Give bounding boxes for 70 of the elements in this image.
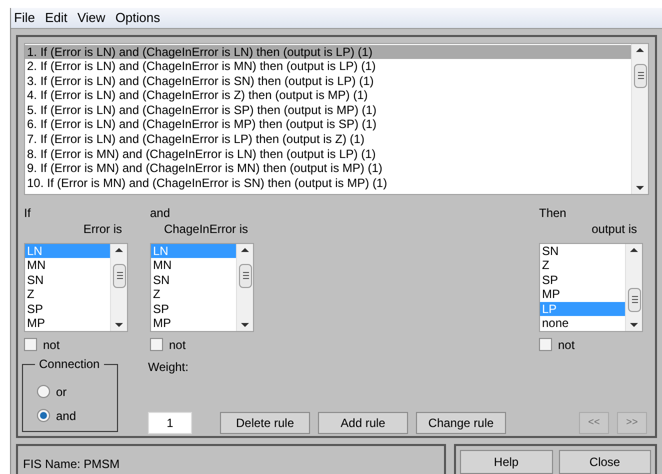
scrollbar[interactable] (625, 244, 642, 330)
scroll-thumb[interactable] (634, 64, 647, 88)
rule-item[interactable]: 7. If (Error is LN) and (ChageInError is LP) then (output is Z) (1) (25, 132, 631, 147)
variable-label: output is (592, 220, 638, 236)
variable-label: Error is (83, 220, 123, 236)
scroll-down-icon[interactable] (241, 322, 249, 326)
menu-item[interactable]: File (14, 8, 35, 28)
fis-name: FIS Name: PMSM (23, 456, 120, 470)
rule-item[interactable]: 3. If (Error is LN) and (ChageInError is SN) then (output is LP) (1) (25, 74, 631, 88)
dialog-button[interactable]: Close (558, 450, 651, 474)
list-item[interactable]: SN (540, 244, 625, 258)
radio-label: or (56, 384, 67, 400)
action-button[interactable]: Change rule (416, 412, 506, 434)
list-item[interactable]: SP (151, 302, 236, 316)
scroll-up-icon[interactable] (636, 48, 644, 52)
scrollbar[interactable] (236, 244, 253, 330)
scroll-thumb[interactable] (239, 264, 252, 288)
rule-item[interactable]: 8. If (Error is MN) and (ChageInError is LN) then (output is LP) (1) (25, 146, 631, 162)
variable-label: ChageInError is (164, 220, 249, 236)
checkbox[interactable] (539, 338, 552, 351)
checkbox-label: not (43, 336, 60, 354)
checkbox-label: not (558, 336, 575, 354)
rule-item[interactable]: 9. If (Error is MN) and (ChageInError is MN) then (output is MP) (1) (25, 161, 631, 176)
variable-prefix: Then (539, 204, 568, 220)
scroll-thumb[interactable] (628, 288, 641, 312)
variable-prefix: and (150, 204, 172, 220)
list-item[interactable]: MP (540, 287, 625, 302)
list-item[interactable]: SN (25, 272, 110, 288)
radio-label: and (56, 408, 76, 424)
checkbox[interactable] (24, 338, 37, 351)
variable-prefix: If (24, 204, 32, 220)
action-button[interactable]: Add rule (318, 412, 408, 434)
list-item[interactable]: Z (25, 287, 110, 302)
menu-item[interactable]: View (77, 8, 106, 28)
menu-item[interactable]: Options (115, 8, 160, 28)
list-item[interactable]: MN (25, 258, 110, 273)
radio-button[interactable] (37, 409, 50, 422)
rule-item[interactable]: 2. If (Error is LN) and (ChageInError is MN) then (output is LP) (1) (25, 59, 631, 74)
scroll-down-icon[interactable] (115, 322, 123, 326)
list-item[interactable]: SP (540, 272, 625, 288)
scrollbar[interactable] (110, 244, 127, 330)
action-button[interactable]: Delete rule (220, 412, 310, 434)
list-item[interactable]: Z (540, 258, 625, 273)
list-item[interactable]: none (540, 316, 625, 330)
scroll-thumb[interactable] (113, 264, 126, 288)
scroll-up-icon[interactable] (630, 248, 638, 252)
list-item[interactable]: MP (25, 316, 110, 330)
checkbox[interactable] (150, 338, 163, 351)
list-item[interactable]: SN (151, 272, 236, 288)
weight-label: Weight: (148, 358, 190, 376)
scroll-down-icon[interactable] (630, 322, 638, 326)
rule-item[interactable]: 10. If (Error is MN) and (ChageInError is SN) then (output is MP) (1) (25, 176, 631, 190)
list-item[interactable]: MN (151, 258, 236, 273)
scrollbar[interactable] (631, 44, 648, 194)
dialog-button[interactable]: Help (460, 450, 552, 474)
scroll-down-icon[interactable] (636, 186, 644, 190)
weight-field[interactable]: 1 (148, 412, 192, 434)
scroll-up-icon[interactable] (241, 248, 249, 252)
rule-item[interactable]: 5. If (Error is LN) and (ChageInError is SP) then (output is MP) (1) (25, 102, 631, 118)
list-item[interactable]: Z (151, 287, 236, 302)
rule-item[interactable]: 1. If (Error is LN) and (ChageInError is LN) then (output is LP) (1) (25, 44, 631, 60)
radio-button[interactable] (37, 385, 50, 398)
group-title: Connection (35, 356, 104, 370)
rule-item[interactable]: 4. If (Error is LN) and (ChageInError is Z) then (output is MP) (1) (25, 88, 631, 103)
list-item[interactable]: MP (151, 316, 236, 330)
rule-item[interactable]: 6. If (Error is LN) and (ChageInError is MP) then (output is SP) (1) (25, 117, 631, 132)
list-item[interactable]: SP (25, 302, 110, 316)
menu-item[interactable]: Edit (44, 8, 68, 28)
scroll-up-icon[interactable] (115, 248, 123, 252)
checkbox-label: not (169, 336, 186, 354)
